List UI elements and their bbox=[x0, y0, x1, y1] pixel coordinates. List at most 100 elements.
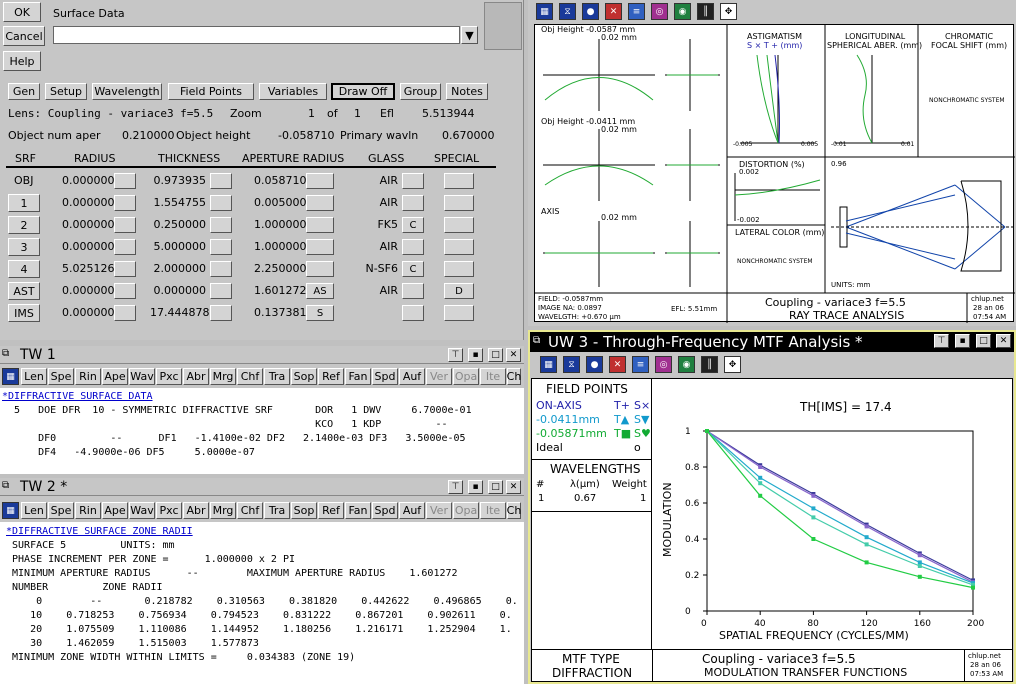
tool-spe[interactable]: Spe bbox=[48, 502, 74, 519]
glass-cell[interactable]: AIR bbox=[358, 240, 398, 253]
minimize-icon[interactable]: ▪ bbox=[468, 348, 483, 362]
tab-variables[interactable]: Variables bbox=[259, 83, 327, 100]
tool-opa[interactable]: Opa bbox=[453, 502, 479, 519]
aperture-cell[interactable]: 0.005000 bbox=[254, 196, 307, 209]
tab-setup[interactable]: Setup bbox=[45, 83, 87, 100]
aperture-flag-box[interactable] bbox=[306, 195, 334, 211]
thickness-cell[interactable]: 17.444878 bbox=[150, 306, 210, 319]
tool-chf[interactable]: Chf bbox=[237, 502, 263, 519]
lens-icon[interactable]: ⧖ bbox=[563, 356, 580, 373]
tab-draw-off[interactable]: Draw Off bbox=[331, 83, 395, 100]
tab-notes[interactable]: Notes bbox=[446, 83, 488, 100]
tool-ape[interactable]: Ape bbox=[102, 368, 128, 385]
tool-ite[interactable]: Ite bbox=[480, 368, 506, 385]
thickness-cell[interactable]: 0.973935 bbox=[150, 174, 207, 187]
move-icon[interactable]: ✥ bbox=[720, 3, 737, 20]
radius-solve-box[interactable] bbox=[114, 239, 136, 255]
aperture-flag-box[interactable] bbox=[306, 239, 334, 255]
radius-cell[interactable]: 0.000000 bbox=[62, 240, 115, 253]
tool-wav[interactable]: Wav bbox=[129, 502, 155, 519]
radius-cell[interactable]: 0.000000 bbox=[62, 306, 115, 319]
pin-icon[interactable]: ⊤ bbox=[448, 348, 463, 362]
radius-solve-box[interactable] bbox=[114, 283, 136, 299]
cancel-button[interactable]: Cancel bbox=[3, 26, 45, 46]
glass-flag-box[interactable]: C bbox=[402, 217, 424, 233]
aperture-flag-box[interactable] bbox=[306, 217, 334, 233]
aperture-cell[interactable]: 2.250000 bbox=[254, 262, 307, 275]
tool-sop[interactable]: Sop bbox=[291, 368, 317, 385]
window-icon[interactable]: ▦ bbox=[2, 368, 19, 385]
tw2-heading[interactable]: *DIFFRACTIVE SURFACE ZONE RADII bbox=[6, 526, 193, 537]
tool-fan[interactable]: Fan bbox=[345, 502, 371, 519]
radius-cell[interactable]: 5.025126 bbox=[62, 262, 115, 275]
tool-rin[interactable]: Rin bbox=[75, 502, 101, 519]
radius-cell[interactable]: 0.000000 bbox=[62, 218, 115, 231]
glass-flag-box[interactable] bbox=[402, 173, 424, 189]
tool-fan[interactable]: Fan bbox=[345, 368, 371, 385]
glass-cell[interactable]: FK5 bbox=[358, 218, 398, 231]
thickness-cell[interactable]: 2.000000 bbox=[150, 262, 207, 275]
aperture-cell[interactable]: 1.601272 bbox=[254, 284, 307, 297]
radius-cell[interactable]: 0.000000 bbox=[62, 174, 115, 187]
tool-spe[interactable]: Spe bbox=[48, 368, 74, 385]
tool-pxc[interactable]: Pxc bbox=[156, 502, 182, 519]
special-box[interactable] bbox=[444, 173, 474, 189]
tool-spd[interactable]: Spd bbox=[372, 368, 398, 385]
aperture-cell[interactable]: 0.058710 bbox=[254, 174, 307, 187]
tool-abr[interactable]: Abr bbox=[183, 368, 209, 385]
pin-icon[interactable]: ⊤ bbox=[934, 334, 949, 348]
tool-auf[interactable]: Auf bbox=[399, 368, 425, 385]
lens-icon[interactable]: ⧖ bbox=[559, 3, 576, 20]
target-icon[interactable]: ◉ bbox=[678, 356, 695, 373]
globe-icon[interactable]: ● bbox=[582, 3, 599, 20]
special-box[interactable] bbox=[444, 195, 474, 211]
tab-wavelength[interactable]: Wavelength bbox=[92, 83, 162, 100]
glass-flag-box[interactable] bbox=[402, 239, 424, 255]
tool-wav[interactable]: Wav bbox=[129, 368, 155, 385]
tool-abr[interactable]: Abr bbox=[183, 502, 209, 519]
aperture-flag-box[interactable] bbox=[306, 173, 334, 189]
tool-auf[interactable]: Auf bbox=[399, 502, 425, 519]
tool-ver[interactable]: Ver bbox=[426, 502, 452, 519]
special-box[interactable] bbox=[444, 217, 474, 233]
srf-button[interactable]: 1 bbox=[8, 194, 40, 212]
ray-icon[interactable]: ✕ bbox=[609, 356, 626, 373]
aperture-cell[interactable]: 0.137381 bbox=[254, 306, 307, 319]
glass-cell[interactable]: AIR bbox=[358, 196, 398, 209]
srf-button[interactable]: 2 bbox=[8, 216, 40, 234]
maximize-icon[interactable]: □ bbox=[488, 480, 503, 494]
radius-solve-box[interactable] bbox=[114, 195, 136, 211]
special-box[interactable] bbox=[444, 261, 474, 277]
window-menu-icon[interactable]: ⧉ bbox=[2, 480, 9, 491]
tool-rin[interactable]: Rin bbox=[75, 368, 101, 385]
layers-icon[interactable]: ≡ bbox=[632, 356, 649, 373]
tool-tra[interactable]: Tra bbox=[264, 502, 290, 519]
aperture-flag-box[interactable]: S bbox=[306, 305, 334, 321]
tool-ite[interactable]: Ite bbox=[480, 502, 506, 519]
thickness-solve-box[interactable] bbox=[210, 283, 232, 299]
tool-sop[interactable]: Sop bbox=[291, 502, 317, 519]
globe-icon[interactable]: ● bbox=[586, 356, 603, 373]
spot-icon[interactable]: ◎ bbox=[651, 3, 668, 20]
tw1-text-area[interactable]: *DIFFRACTIVE SURFACE DATA 5 DOE DFR 10 -… bbox=[0, 388, 524, 474]
glass-flag-box[interactable] bbox=[402, 305, 424, 321]
tool-opa[interactable]: Opa bbox=[453, 368, 479, 385]
radius-cell[interactable]: 0.000000 bbox=[62, 196, 115, 209]
glass-cell[interactable]: AIR bbox=[358, 284, 398, 297]
window-menu-icon[interactable]: ⧉ bbox=[533, 335, 540, 346]
thickness-cell[interactable]: 0.250000 bbox=[150, 218, 207, 231]
close-icon[interactable]: ✕ bbox=[506, 348, 521, 362]
tool-ver[interactable]: Ver bbox=[426, 368, 452, 385]
tool-ape[interactable]: Ape bbox=[102, 502, 128, 519]
minimize-icon[interactable]: ▪ bbox=[955, 334, 970, 348]
maximize-icon[interactable]: □ bbox=[488, 348, 503, 362]
tab-gen[interactable]: Gen bbox=[8, 83, 40, 100]
srf-button[interactable]: AST bbox=[8, 282, 40, 300]
aperture-cell[interactable]: 1.000000 bbox=[254, 240, 307, 253]
srf-button[interactable]: 3 bbox=[8, 238, 40, 256]
glass-flag-box[interactable] bbox=[402, 283, 424, 299]
thickness-solve-box[interactable] bbox=[210, 305, 232, 321]
ray-icon[interactable]: ✕ bbox=[605, 3, 622, 20]
tool-ref[interactable]: Ref bbox=[318, 368, 344, 385]
thickness-solve-box[interactable] bbox=[210, 173, 232, 189]
